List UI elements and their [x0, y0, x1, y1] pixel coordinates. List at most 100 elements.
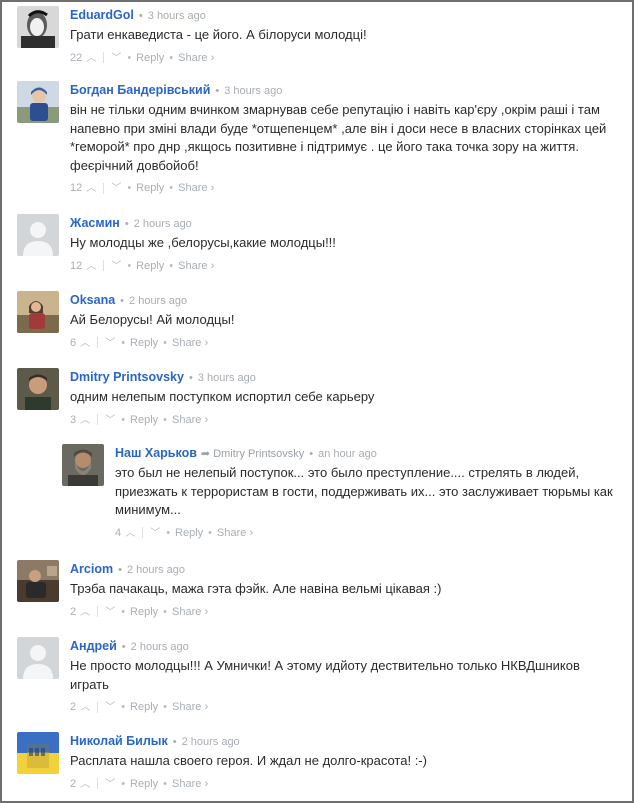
timestamp[interactable]: 3 hours ago	[148, 10, 206, 22]
vote-count: 12	[70, 259, 83, 272]
author-name[interactable]: EduardGol	[70, 8, 134, 22]
separator: •	[163, 701, 168, 713]
divider	[97, 414, 99, 426]
comment-footer: 3 ︿ ﹀ • Reply • Share ›	[70, 413, 617, 427]
reply-link[interactable]: Reply	[175, 527, 203, 539]
divider	[142, 527, 144, 539]
comment-footer: 12 ︿ ﹀ • Reply • Share ›	[70, 181, 617, 195]
comment-footer: 12 ︿ ﹀ • Reply • Share ›	[70, 259, 617, 273]
downvote-icon[interactable]: ﹀	[104, 778, 116, 792]
ukraine-fist-icon[interactable]	[17, 732, 59, 774]
divider	[103, 182, 105, 194]
author-name[interactable]: Николай Билык	[70, 734, 168, 748]
vote-count: 2	[70, 777, 77, 790]
comment-text: Трэба пачакаць, мажа гэта фэйк. Але наві…	[70, 581, 442, 596]
separator: •	[188, 372, 193, 384]
woman-photo-icon[interactable]	[17, 291, 59, 333]
upvote-icon[interactable]: ︿	[79, 337, 91, 351]
reply-link[interactable]: Reply	[136, 260, 164, 272]
author-name[interactable]: Жасмин	[70, 216, 120, 230]
author-name[interactable]: Arciom	[70, 562, 113, 576]
in-reply-to[interactable]: ➦ Dmitry Printsovsky	[201, 448, 304, 460]
author-name[interactable]: Oksana	[70, 293, 115, 307]
comment-footer: 2 ︿ ﹀ • Reply • Share ›	[70, 700, 617, 714]
divider	[103, 260, 105, 272]
timestamp[interactable]: 2 hours ago	[134, 218, 192, 230]
comment-text: Расплата нашла своего героя. И ждал не д…	[70, 753, 427, 768]
downvote-icon[interactable]: ﹀	[104, 414, 116, 428]
bw-face-icon[interactable]	[17, 6, 59, 48]
share-link[interactable]: Share ›	[172, 337, 208, 349]
upvote-icon[interactable]: ︿	[85, 260, 97, 274]
upvote-icon[interactable]: ︿	[85, 182, 97, 196]
timestamp[interactable]: 2 hours ago	[182, 736, 240, 748]
author-name[interactable]: Dmitry Printsovsky	[70, 370, 184, 384]
author-name[interactable]: Наш Харьков	[115, 446, 197, 460]
comment-footer: 2 ︿ ﹀ • Reply • Share ›	[70, 777, 617, 791]
separator: •	[163, 336, 168, 349]
outdoor-photo-icon[interactable]	[17, 560, 59, 602]
bearded-man-icon[interactable]	[62, 444, 104, 486]
upvote-icon[interactable]: ︿	[79, 778, 91, 792]
separator: •	[166, 526, 171, 539]
downvote-icon[interactable]: ﹀	[110, 52, 122, 66]
timestamp[interactable]: 2 hours ago	[129, 295, 187, 307]
downvote-icon[interactable]: ﹀	[104, 337, 116, 351]
timestamp[interactable]: 2 hours ago	[127, 564, 185, 576]
reply-link[interactable]: Reply	[130, 337, 158, 349]
reply-link[interactable]: Reply	[130, 778, 158, 790]
downvote-icon[interactable]: ﹀	[110, 260, 122, 274]
reply-link[interactable]: Reply	[136, 182, 164, 194]
separator: •	[127, 51, 132, 64]
child-photo-icon[interactable]	[17, 81, 59, 123]
separator: •	[121, 701, 126, 713]
comment-footer: 4 ︿ ﹀ • Reply • Share ›	[115, 526, 617, 540]
vote-count: 3	[70, 413, 77, 426]
share-link[interactable]: Share ›	[178, 52, 214, 64]
upvote-icon[interactable]: ︿	[79, 701, 91, 715]
reply-link[interactable]: Reply	[136, 52, 164, 64]
share-link[interactable]: Share ›	[178, 260, 214, 272]
upvote-icon[interactable]: ︿	[124, 527, 136, 541]
vote-count: 2	[70, 605, 77, 618]
share-link[interactable]: Share ›	[172, 701, 208, 713]
divider	[97, 701, 99, 713]
divider	[97, 778, 99, 790]
upvote-icon[interactable]: ︿	[79, 414, 91, 428]
reply-link[interactable]: Reply	[130, 606, 158, 618]
upvote-icon[interactable]: ︿	[79, 606, 91, 620]
separator: •	[172, 736, 177, 748]
share-link[interactable]: Share ›	[217, 527, 253, 539]
author-name[interactable]: Андрей	[70, 639, 117, 653]
separator: •	[138, 10, 143, 22]
timestamp[interactable]: 3 hours ago	[224, 85, 282, 97]
comment-text: одним нелепым поступком испортил себе ка…	[70, 389, 375, 404]
reply-link[interactable]: Reply	[130, 414, 158, 426]
default-user-icon[interactable]	[17, 637, 59, 679]
separator: •	[121, 605, 126, 618]
timestamp[interactable]: 3 hours ago	[198, 372, 256, 384]
separator: •	[118, 564, 122, 576]
reply-link[interactable]: Reply	[130, 701, 158, 713]
man-photo-icon[interactable]	[17, 368, 59, 410]
timestamp[interactable]: an hour ago	[318, 448, 377, 460]
separator: •	[163, 605, 168, 618]
share-link[interactable]: Share ›	[172, 778, 208, 790]
share-link[interactable]: Share ›	[172, 414, 208, 426]
upvote-icon[interactable]: ︿	[85, 52, 97, 66]
downvote-icon[interactable]: ﹀	[104, 606, 116, 620]
default-user-icon[interactable]	[17, 214, 59, 256]
share-link[interactable]: Share ›	[172, 606, 208, 618]
downvote-icon[interactable]: ﹀	[110, 182, 122, 196]
share-link[interactable]: Share ›	[178, 182, 214, 194]
separator: •	[127, 259, 132, 272]
separator: •	[163, 413, 168, 426]
downvote-icon[interactable]: ﹀	[149, 527, 161, 541]
downvote-icon[interactable]: ﹀	[104, 701, 116, 715]
comment-text: Ну молодцы же ,белорусы,какие молодцы!!!	[70, 235, 336, 250]
vote-count: 4	[115, 526, 122, 539]
separator: •	[124, 218, 129, 230]
vote-count: 12	[70, 182, 83, 194]
author-name[interactable]: Богдан Бандерівський	[70, 83, 210, 97]
timestamp[interactable]: 2 hours ago	[131, 641, 189, 653]
